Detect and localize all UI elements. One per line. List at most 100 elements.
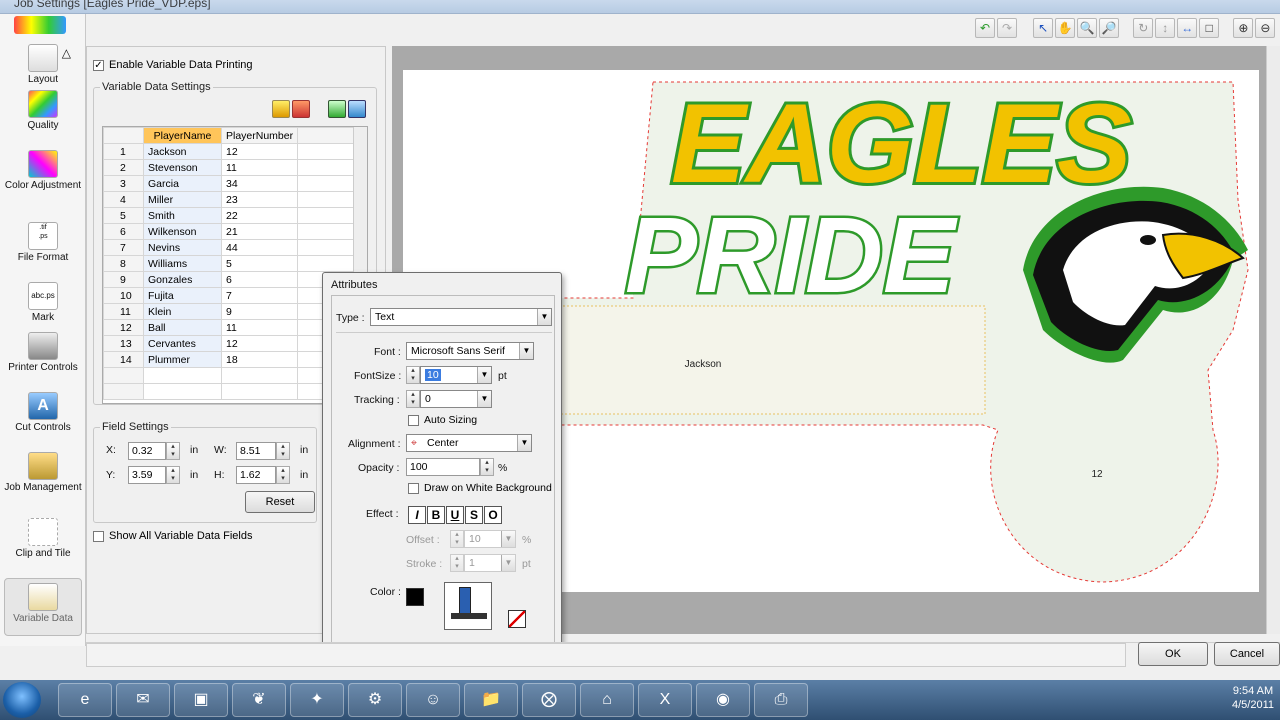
cell-playernumber[interactable]: 23 [220, 191, 299, 208]
outline-button[interactable]: O [484, 506, 502, 524]
import-icon[interactable] [292, 100, 310, 118]
name-field-frame[interactable] [554, 305, 986, 415]
table-row[interactable]: 2 Stevenson 11 [103, 159, 355, 176]
sidebar-item-color-adjustment[interactable]: Color Adjustment [4, 150, 82, 192]
cell-empty[interactable] [297, 159, 355, 176]
taskbar-printer-icon[interactable]: ⎙ [754, 683, 808, 717]
table-row[interactable]: 13 Cervantes 12 [103, 335, 355, 352]
stroke-color-swatch[interactable] [508, 610, 526, 628]
cell-playername[interactable]: Plummer [143, 351, 222, 368]
table-row[interactable]: 7 Nevins 44 [103, 239, 355, 256]
cell-playername[interactable]: Miller [143, 191, 222, 208]
draw-white-option[interactable]: Draw on White Background [408, 482, 552, 494]
redo-icon[interactable]: ↷ [997, 18, 1017, 38]
cell-playername[interactable]: Cervantes [143, 335, 222, 352]
sidebar-item-printer-controls[interactable]: Printer Controls [4, 332, 82, 374]
x-spinner[interactable]: ▴ ▾ [166, 442, 180, 460]
table-row[interactable]: 11 Klein 9 [103, 303, 355, 320]
w-spinner[interactable]: ▴ ▾ [276, 442, 290, 460]
cell-playername[interactable]: Fujita [143, 287, 222, 304]
table-row[interactable]: 4 Miller 23 [103, 191, 355, 208]
cell-playernumber[interactable]: 11 [220, 159, 299, 176]
auto-sizing-checkbox[interactable] [408, 414, 419, 426]
cell-playername[interactable]: Smith [143, 207, 222, 224]
sidebar-item-job-management[interactable]: Job Management [4, 452, 82, 494]
undo-icon[interactable]: ↶ [975, 18, 995, 38]
y-field[interactable]: 3.59 [128, 466, 166, 484]
table-row[interactable]: 9 Gonzales 6 [103, 271, 355, 288]
table-row[interactable]: 6 Wilkenson 21 [103, 223, 355, 240]
cell-playernumber[interactable]: 6 [220, 271, 299, 288]
page-icon[interactable]: □ [1199, 18, 1220, 38]
table-row[interactable] [103, 383, 355, 400]
table-row[interactable]: 1 Jackson 12 [103, 143, 355, 160]
clock-time[interactable]: 9:54 AM [1232, 684, 1274, 698]
taskbar-network-icon[interactable]: ❦ [232, 683, 286, 717]
sidebar-item-mark[interactable]: abc.ps Mark [4, 282, 82, 324]
x-field[interactable]: 0.32 [128, 442, 166, 460]
reset-button[interactable]: Reset [245, 491, 315, 513]
pan-hand-icon[interactable]: ✋ [1055, 18, 1076, 38]
cell-empty[interactable] [297, 191, 355, 208]
font-select[interactable]: Microsoft Sans Serif ▼ [406, 342, 534, 360]
taskbar-tool-icon[interactable]: ⚙ [348, 683, 402, 717]
w-field[interactable]: 8.51 [236, 442, 276, 460]
preview-scrollbar[interactable] [1266, 46, 1280, 634]
taskbar-ie-icon[interactable]: e [58, 683, 112, 717]
underline-button[interactable]: U [446, 506, 464, 524]
sidebar-item-layout[interactable]: △ Layout [4, 44, 82, 86]
taskbar-design-icon[interactable]: ✦ [290, 683, 344, 717]
taskbar-pdf-icon[interactable]: ⨂ [522, 683, 576, 717]
show-all-fields-option[interactable]: Show All Variable Data Fields [93, 530, 252, 542]
table-row[interactable]: 3 Garcia 34 [103, 175, 355, 192]
start-button[interactable] [3, 682, 41, 718]
cell-empty[interactable] [297, 223, 355, 240]
cell-playernumber[interactable]: 11 [220, 319, 299, 336]
sidebar-item-quality[interactable]: Quality [4, 90, 82, 132]
cancel-button[interactable]: Cancel [1214, 642, 1280, 666]
table-refresh-icon[interactable] [348, 100, 366, 118]
taskbar-excel-icon[interactable]: X [638, 683, 692, 717]
tracking-select[interactable]: 0 ▼ [420, 390, 492, 408]
cell-playername[interactable]: Klein [143, 303, 222, 320]
draw-white-checkbox[interactable] [408, 482, 419, 494]
clock-date[interactable]: 4/5/2011 [1232, 698, 1274, 712]
cell-empty[interactable] [297, 143, 355, 160]
rotate-icon[interactable]: ↻ [1133, 18, 1154, 38]
table-row[interactable]: 5 Smith 22 [103, 207, 355, 224]
flip-icon[interactable]: ↕ [1155, 18, 1176, 38]
cell-playernumber[interactable]: 21 [220, 223, 299, 240]
enable-vdp-checkbox[interactable]: ✓ [93, 59, 104, 71]
open-file-icon[interactable] [272, 100, 290, 118]
cell-playernumber[interactable]: 34 [220, 175, 299, 192]
y-spinner[interactable]: ▴ ▾ [166, 466, 180, 484]
fontsize-spinner[interactable]: ▴ ▾ [406, 366, 420, 384]
cell-playernumber[interactable]: 44 [220, 239, 299, 256]
text-color-swatch[interactable] [406, 588, 424, 606]
table-row[interactable]: 10 Fujita 7 [103, 287, 355, 304]
cell-playername[interactable]: Garcia [143, 175, 222, 192]
cell-playernumber[interactable]: 12 [220, 335, 299, 352]
cell-empty[interactable] [297, 207, 355, 224]
type-select[interactable]: Text ▼ [370, 308, 552, 326]
auto-sizing-option[interactable]: Auto Sizing [408, 414, 477, 426]
ok-button[interactable]: OK [1138, 642, 1208, 666]
cell-empty[interactable] [297, 239, 355, 256]
table-edit-icon[interactable] [328, 100, 346, 118]
cell-playername[interactable]: Jackson [143, 143, 222, 160]
bold-button[interactable]: B [427, 506, 445, 524]
sidebar-item-file-format[interactable]: .tif .ps File Format [4, 222, 82, 264]
zoom-out-icon[interactable]: 🔎 [1099, 18, 1120, 38]
h-field[interactable]: 1.62 [236, 466, 276, 484]
enable-vdp-option[interactable]: ✓ Enable Variable Data Printing [93, 59, 253, 71]
table-row[interactable]: 8 Williams 5 [103, 255, 355, 272]
h-spinner[interactable]: ▴ ▾ [276, 466, 290, 484]
cell-playername[interactable]: Gonzales [143, 271, 222, 288]
tracking-spinner[interactable]: ▴ ▾ [406, 390, 420, 408]
remove-icon[interactable]: ⊖ [1255, 18, 1276, 38]
alignment-select[interactable]: ⌖ Center ▼ [406, 434, 532, 452]
zoom-in-icon[interactable]: 🔍 [1077, 18, 1098, 38]
table-row[interactable]: 12 Ball 11 [103, 319, 355, 336]
column-header-playernumber[interactable]: PlayerNumber [220, 127, 299, 144]
cell-playername[interactable]: Williams [143, 255, 222, 272]
